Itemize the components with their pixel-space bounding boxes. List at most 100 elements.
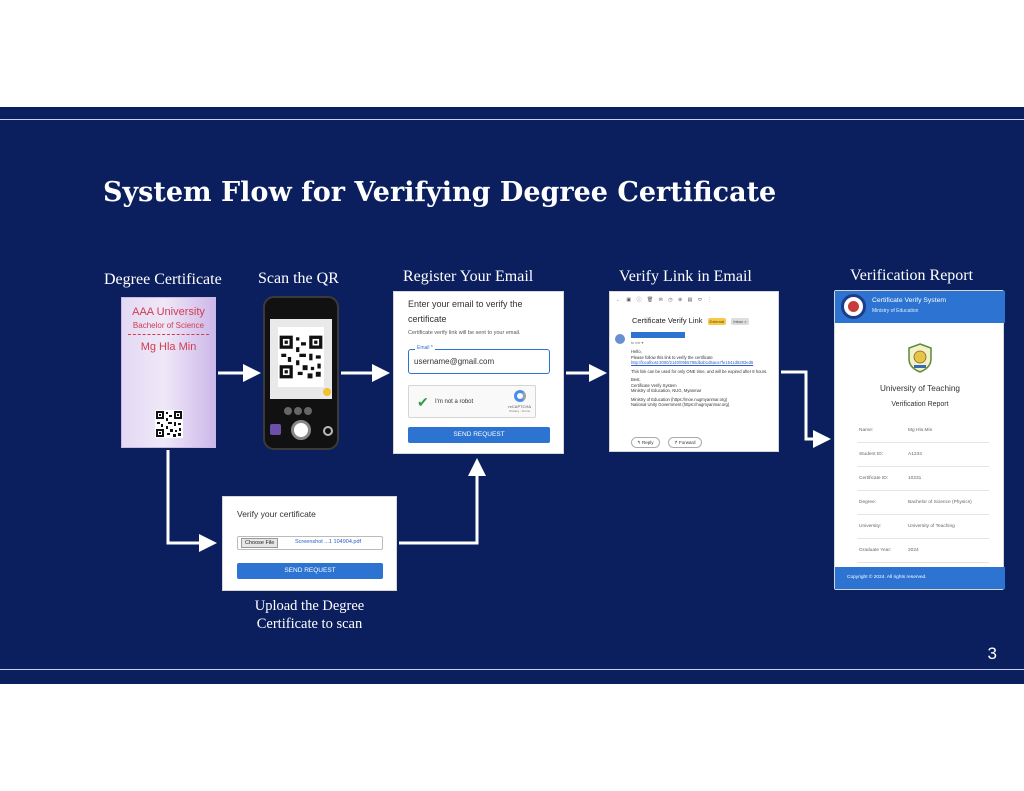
more-icon[interactable]: ⋮ (707, 297, 714, 303)
email-message: ← ▣ ⓘ 🗑 ✉ ◷ ⊕ ▤ ⬭ ⋮ Certificate Verify L… (609, 291, 779, 452)
upload-send-request-button[interactable]: SEND REQUEST (237, 563, 383, 579)
email-best: Best, (631, 377, 641, 382)
label-icon[interactable]: ⬭ (698, 297, 704, 303)
ministry-seal-icon (841, 294, 866, 319)
recaptcha-box[interactable]: ✔ I'm not a robot reCAPTCHA Privacy - Te… (408, 385, 536, 418)
certificate-name: Mg Hla Min (140, 341, 197, 353)
sender-redacted (631, 332, 685, 338)
report-ministry: Ministry of Education (872, 308, 919, 314)
camera-viewfinder (270, 319, 332, 399)
external-tag: External (707, 317, 727, 325)
clock-icon[interactable]: ◷ (668, 297, 674, 303)
verification-report: Certificate Verify System Ministry of Ed… (834, 290, 1005, 590)
report-row-value: 2024 (908, 548, 919, 553)
bottom-rule (0, 669, 1024, 670)
certificate-university: AAA University (132, 306, 205, 318)
email-field-label: Email * (415, 345, 435, 351)
check-icon: ✔ (417, 394, 429, 410)
certificate-divider (128, 334, 209, 335)
arrow-email-to-report (781, 370, 831, 448)
report-row-label: University: (859, 524, 882, 529)
email-body: Hello, Please follow this link to verify… (631, 349, 777, 411)
degree-certificate: AAA University Bachelor of Science Mg Hl… (121, 297, 216, 448)
email-signature-2: Ministry of Education, NUG, Myanmar (631, 388, 702, 393)
report-row-graduate-year: Graduate Year: 2024 (857, 539, 989, 563)
qr-code-icon (155, 410, 183, 438)
certificate-degree: Bachelor of Science (132, 321, 205, 330)
choose-file-button[interactable]: Choose File (241, 538, 279, 548)
report-row-label: Student ID: (859, 452, 883, 457)
scanned-certificate (278, 327, 324, 387)
mail-icon[interactable]: ✉ (659, 297, 665, 303)
label-register-email: Register Your Email (403, 268, 534, 285)
report-copyright: Copyright © 2024. All rights reserved. (847, 575, 927, 580)
register-subtext: Certificate verify link will be sent to … (408, 330, 521, 336)
shutter-button (291, 420, 311, 440)
report-row-value: University of Teaching (908, 524, 955, 529)
report-title: Verification Report (891, 401, 949, 408)
top-rule (0, 119, 1024, 120)
report-row-value: Mg Hla Min (908, 428, 933, 433)
report-row-university: University: University of Teaching (857, 515, 989, 539)
camera-flip-icon (323, 426, 333, 436)
move-icon[interactable]: ▤ (688, 297, 695, 303)
report-header: Certificate Verify System Ministry of Ed… (835, 291, 1005, 323)
email-line1: Please follow this link to verify the ce… (631, 354, 713, 360)
report-university: University of Teaching (880, 384, 960, 393)
back-icon[interactable]: ← (616, 297, 623, 303)
report-row-value: 10231 (908, 476, 922, 481)
sender-avatar (615, 334, 625, 344)
email-field[interactable]: Email * username@gmail.com (408, 345, 550, 374)
report-row-student-id: Student ID: A1234 (857, 443, 989, 467)
phone-scanner (263, 296, 339, 450)
qr-code-icon (279, 335, 323, 379)
label-verification-report: Verification Report (850, 267, 974, 284)
email-toolbar: ← ▣ ⓘ 🗑 ✉ ◷ ⊕ ▤ ⬭ ⋮ (616, 296, 714, 303)
slide-title: System Flow for Verifying Degree Certifi… (103, 177, 777, 208)
recaptcha-branding: reCAPTCHA Privacy - Terms (508, 390, 531, 413)
scan-indicator-icon (323, 388, 331, 396)
label-degree-certificate: Degree Certificate (104, 271, 222, 288)
archive-icon[interactable]: ▣ (626, 297, 633, 303)
delete-icon[interactable]: 🗑 (647, 297, 655, 303)
email-signature-1: Certificate Verify System (631, 382, 677, 388)
verify-link[interactable]: http://localhost:3000/2140/09b5786dbab1d… (631, 360, 753, 365)
label-scan-qr: Scan the QR (258, 270, 339, 287)
recaptcha-icon (513, 390, 526, 402)
report-row-label: Certificate ID: (859, 476, 889, 481)
email-subject: Certificate Verify Link External Inbox × (632, 316, 749, 325)
report-row-degree: Degree: Bachelor of Science (Physics) (857, 491, 989, 515)
upload-caption: Upload the Degree Certificate to scan (222, 597, 397, 633)
report-row-value: Bachelor of Science (Physics) (908, 500, 972, 505)
report-icon[interactable]: ⓘ (637, 297, 644, 303)
report-row-label: Degree: (859, 500, 877, 505)
page-number: 3 (987, 644, 997, 663)
report-row-label: Graduate Year: (859, 548, 892, 553)
forward-button[interactable]: ↱ Forward (668, 437, 702, 448)
recaptcha-links: Privacy - Terms (509, 409, 530, 413)
upload-caption-line1: Upload the Degree (254, 598, 365, 614)
upload-caption-line2: Certificate to scan (256, 616, 363, 632)
report-system-title: Certificate Verify System (872, 297, 947, 304)
email-greeting: Hello, (631, 349, 642, 354)
send-request-button[interactable]: SEND REQUEST (408, 427, 550, 443)
label-verify-link: Verify Link in Email (619, 268, 752, 285)
upload-heading: Verify your certificate (237, 509, 316, 519)
register-heading: Enter your email to verify the certifica… (408, 299, 523, 324)
email-subject-text: Certificate Verify Link (632, 316, 703, 325)
inbox-tag[interactable]: Inbox × (731, 317, 749, 325)
zoom-selector (284, 402, 318, 415)
reply-button[interactable]: ↰ Reply (631, 437, 660, 448)
task-icon[interactable]: ⊕ (678, 297, 684, 303)
university-crest-icon (908, 343, 932, 373)
report-row-value: A1234 (908, 452, 922, 457)
file-input[interactable]: Choose File Screenshot ...1 104904.pdf (237, 536, 383, 550)
arrow-cert-to-upload (166, 450, 217, 552)
photo-thumbnail-icon (270, 424, 281, 435)
email-recipient[interactable]: to me ▾ (631, 340, 643, 345)
email-field-value: username@gmail.com (414, 357, 495, 366)
recaptcha-label: I'm not a robot (435, 399, 474, 405)
email-line2: This link can be used for only ONE time,… (631, 368, 768, 374)
report-row-label: Name: (859, 428, 874, 433)
arrow-upload-to-register (399, 458, 486, 545)
